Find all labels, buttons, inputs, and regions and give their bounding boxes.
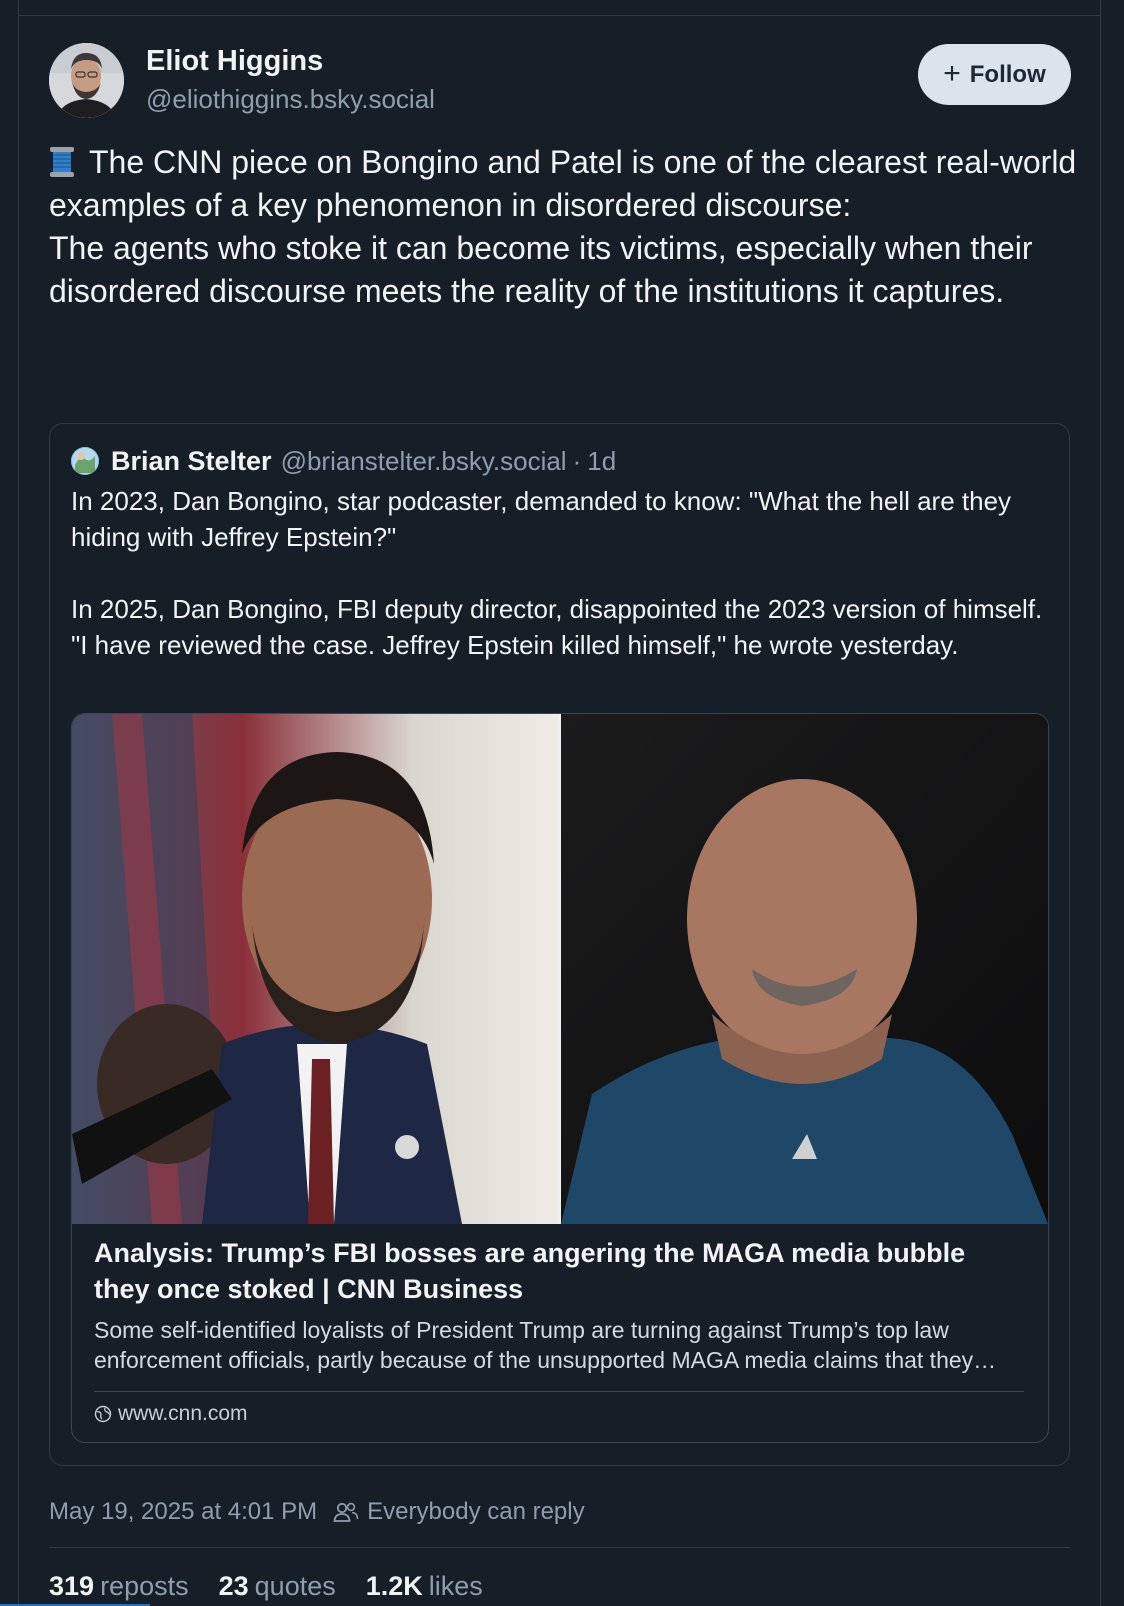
post-timestamp[interactable]: May 19, 2025 at 4:01 PM — [49, 1498, 317, 1526]
likes-stat[interactable]: 1.2K likes — [366, 1571, 483, 1602]
quoted-post-paragraph-1: In 2023, Dan Bongino, star podcaster, de… — [71, 486, 1012, 552]
quoted-author-handle[interactable]: @brianstelter.bsky.social — [281, 446, 567, 477]
quoted-post-body: In 2023, Dan Bongino, star podcaster, de… — [71, 483, 1051, 663]
quoted-post-card[interactable]: Brian Stelter @brianstelter.bsky.social … — [49, 423, 1070, 1466]
frame-left-border — [18, 0, 19, 1606]
post-meta: May 19, 2025 at 4:01 PM Everybody can re… — [49, 1494, 585, 1530]
frame-top-border — [18, 15, 1100, 16]
quoted-post-header: Brian Stelter @brianstelter.bsky.social … — [71, 444, 616, 478]
likes-label: likes — [428, 1570, 483, 1601]
post-header: Eliot Higgins @eliothiggins.bsky.social … — [49, 43, 1071, 119]
link-card-thumbnail — [72, 714, 1048, 1224]
link-card-text: Analysis: Trump’s FBI bosses are angerin… — [94, 1235, 1024, 1375]
meta-divider — [49, 1547, 1070, 1548]
likes-count: 1.2K — [365, 1570, 423, 1601]
engagement-stats: 319 reposts 23 quotes 1.2K likes — [49, 1566, 483, 1606]
reposts-count: 319 — [49, 1570, 95, 1601]
reposts-label: reposts — [100, 1570, 189, 1601]
link-card-title[interactable]: Analysis: Trump’s FBI bosses are angerin… — [94, 1235, 1024, 1307]
quoted-author-name[interactable]: Brian Stelter — [111, 446, 272, 477]
quoted-author-avatar[interactable] — [71, 447, 99, 475]
post-text-line-1: The CNN piece on Bongino and Patel is on… — [49, 141, 1079, 227]
post-body: The CNN piece on Bongino and Patel is on… — [49, 141, 1079, 313]
link-card-domain-row: www.cnn.com — [94, 1402, 248, 1426]
frame-right-border — [1100, 0, 1101, 1606]
author-avatar[interactable] — [49, 43, 124, 118]
post-text-paragraph-1: The CNN piece on Bongino and Patel is on… — [49, 144, 1077, 223]
link-card-description: Some self-identified loyalists of Presid… — [94, 1317, 974, 1373]
spool-of-thread-icon — [50, 147, 74, 177]
reply-settings[interactable]: Everybody can reply — [333, 1498, 585, 1526]
author-display-name[interactable]: Eliot Higgins — [146, 45, 323, 78]
link-card-domain: www.cnn.com — [118, 1402, 248, 1425]
reply-settings-label: Everybody can reply — [367, 1498, 585, 1525]
quoted-post-time[interactable]: 1d — [587, 446, 616, 477]
external-link-card[interactable]: Analysis: Trump’s FBI bosses are angerin… — [71, 713, 1049, 1443]
globe-icon — [94, 1405, 112, 1423]
post-text-paragraph-2: The agents who stoke it can become its v… — [49, 230, 1033, 309]
reposts-stat[interactable]: 319 reposts — [49, 1571, 189, 1602]
quoted-post-paragraph-2: In 2025, Dan Bongino, FBI deputy directo… — [71, 594, 1043, 660]
people-icon — [333, 1502, 359, 1522]
quoted-post-separator: · — [572, 445, 582, 476]
quotes-count: 23 — [218, 1570, 249, 1601]
author-handle[interactable]: @eliothiggins.bsky.social — [146, 84, 435, 115]
follow-button[interactable]: + Follow — [918, 44, 1071, 105]
quotes-label: quotes — [254, 1570, 336, 1601]
plus-icon: + — [943, 56, 961, 90]
link-card-divider — [94, 1391, 1024, 1392]
follow-button-label: Follow — [969, 60, 1046, 88]
quotes-stat[interactable]: 23 quotes — [219, 1571, 336, 1602]
